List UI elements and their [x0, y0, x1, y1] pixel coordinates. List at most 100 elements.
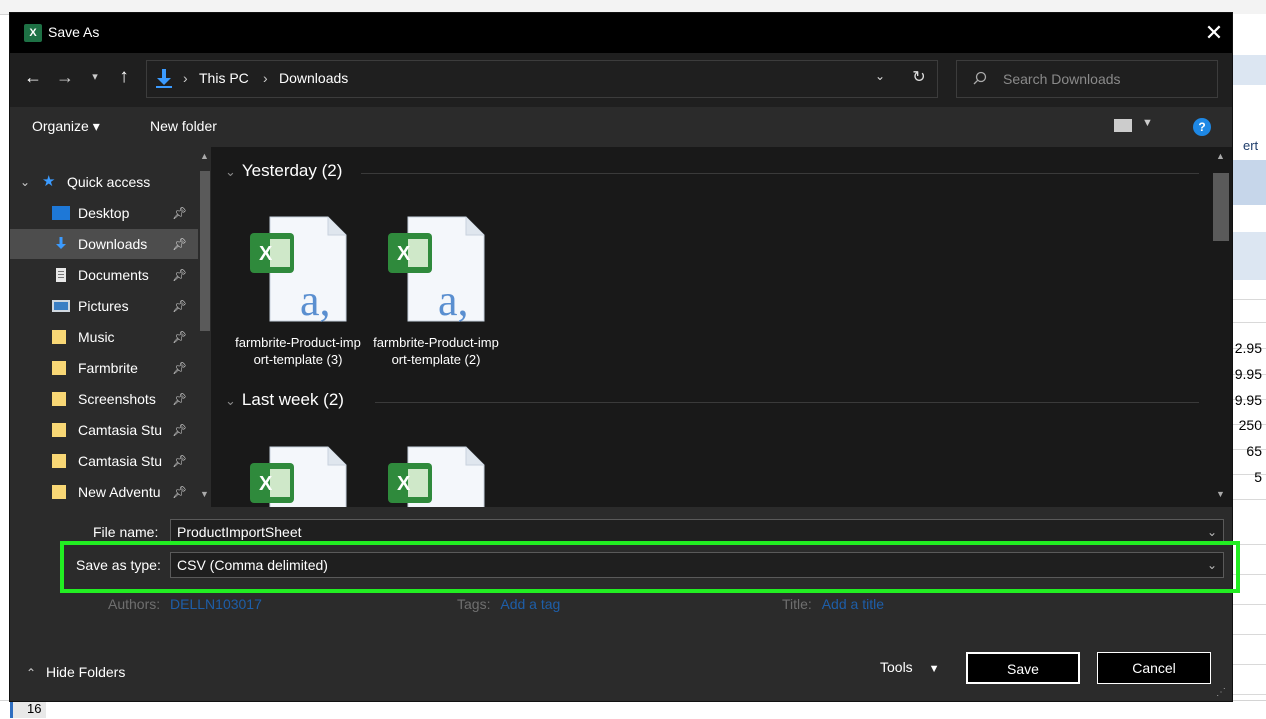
csv-file-icon: X: [250, 446, 347, 507]
expand-chevron-icon[interactable]: ⌄: [20, 167, 30, 197]
recent-locations-chevron-icon[interactable]: ▾: [88, 70, 102, 83]
nav-item-label: Desktop: [78, 205, 130, 221]
forward-arrow-icon[interactable]: →: [54, 67, 76, 88]
pin-icon[interactable]: 📌︎: [172, 291, 187, 321]
file-name-value: ProductImportSheet: [177, 524, 302, 540]
pin-icon[interactable]: 📌︎: [172, 198, 187, 228]
nav-item-documents[interactable]: Documents 📌︎: [10, 260, 198, 290]
search-icon: [973, 71, 987, 85]
nav-item-pictures[interactable]: Pictures 📌︎: [10, 291, 198, 321]
nav-item-downloads[interactable]: Downloads 📌︎: [10, 229, 198, 259]
pin-icon[interactable]: 📌︎: [172, 229, 187, 259]
scroll-up-icon[interactable]: ▲: [1216, 151, 1225, 161]
file-list-scrollbar[interactable]: ▲ ▼: [1211, 147, 1231, 507]
nav-item-screenshots[interactable]: Screenshots 📌︎: [10, 384, 198, 414]
breadcrumb-this-pc[interactable]: This PC: [199, 70, 249, 86]
organize-button[interactable]: Organize ▾: [32, 118, 100, 135]
grid-bottom: [0, 700, 1266, 719]
address-bar[interactable]: › This PC › Downloads ⌄ ↻: [146, 60, 938, 98]
file-list-pane: ⌄ Yesterday (2) X a, farmbrite-Product-im…: [211, 147, 1232, 507]
pin-icon[interactable]: 📌︎: [172, 477, 187, 507]
row-header[interactable]: 16: [10, 700, 46, 718]
file-name: farmbrite-Product-import-template (3): [235, 335, 361, 367]
file-item[interactable]: X: [373, 445, 499, 507]
folder-icon: [52, 454, 66, 468]
nav-item-label: Screenshots: [78, 391, 156, 407]
cancel-button[interactable]: Cancel: [1097, 652, 1211, 684]
view-options-chevron-icon[interactable]: ▼: [1142, 117, 1153, 129]
search-input[interactable]: [1001, 69, 1205, 89]
group-divider: [361, 173, 1199, 174]
address-dropdown-icon[interactable]: ⌄: [875, 69, 891, 83]
up-arrow-icon[interactable]: ↑: [114, 66, 134, 88]
file-item[interactable]: X a, farmbrite-Product-import-template (…: [235, 215, 361, 368]
svg-text:a,: a,: [438, 276, 469, 323]
svg-text:X: X: [397, 243, 411, 265]
authors-value[interactable]: DELLN103017: [170, 596, 262, 612]
group-title: Last week (2): [241, 390, 344, 409]
nav-scrollbar[interactable]: ▲ ▼: [199, 147, 211, 507]
resize-grip-icon[interactable]: ⋰: [1216, 687, 1226, 698]
breadcrumb-separator-icon: ›: [183, 70, 188, 86]
pin-icon[interactable]: 📌︎: [172, 260, 187, 290]
nav-item-music[interactable]: Music 📌︎: [10, 322, 198, 352]
highlight-box: [60, 541, 1240, 593]
tools-button[interactable]: Tools ▼: [880, 659, 939, 675]
pin-icon[interactable]: 📌︎: [172, 415, 187, 445]
nav-item-label: Farmbrite: [78, 360, 138, 376]
pin-icon[interactable]: 📌︎: [172, 384, 187, 414]
close-icon[interactable]: ✕: [1200, 19, 1228, 47]
group-collapse-icon: ⌄: [225, 393, 236, 408]
breadcrumb-separator-icon: ›: [263, 70, 268, 86]
pictures-icon: [52, 300, 70, 312]
folder-icon: [52, 485, 66, 499]
folder-icon: [52, 423, 66, 437]
star-icon: ★: [42, 173, 56, 190]
group-collapse-icon: ⌄: [225, 164, 236, 179]
downloads-icon: [156, 69, 172, 88]
excel-icon: X: [24, 24, 42, 42]
search-box[interactable]: [956, 60, 1218, 98]
nav-item-camtasia-1[interactable]: Camtasia Stu 📌︎: [10, 415, 198, 445]
group-header-yesterday[interactable]: ⌄ Yesterday (2): [225, 161, 342, 181]
group-header-last-week[interactable]: ⌄ Last week (2): [225, 390, 344, 410]
pin-icon[interactable]: 📌︎: [172, 322, 187, 352]
nav-item-farmbrite[interactable]: Farmbrite 📌︎: [10, 353, 198, 383]
dialog-title: Save As: [48, 24, 100, 40]
nav-item-new-adventure[interactable]: New Adventu 📌︎: [10, 477, 198, 507]
tools-label: Tools: [880, 659, 913, 675]
chevron-down-icon: ▼: [928, 663, 940, 675]
nav-item-label: Downloads: [78, 236, 148, 252]
desktop-icon: [52, 206, 70, 220]
nav-item-desktop[interactable]: Desktop 📌︎: [10, 198, 198, 228]
scroll-down-icon[interactable]: ▼: [200, 489, 209, 499]
view-options-icon[interactable]: [1114, 119, 1132, 132]
pin-icon[interactable]: 📌︎: [172, 353, 187, 383]
file-item[interactable]: X: [235, 445, 361, 507]
refresh-icon[interactable]: ↻: [907, 67, 931, 87]
save-button[interactable]: Save: [966, 652, 1080, 684]
scroll-thumb[interactable]: [1213, 173, 1229, 241]
nav-item-label: Music: [78, 329, 115, 345]
add-title-link[interactable]: Add a title: [822, 596, 884, 612]
title-bar[interactable]: X Save As ✕: [10, 13, 1232, 53]
pin-icon[interactable]: 📌︎: [172, 446, 187, 476]
add-tag-link[interactable]: Add a tag: [500, 596, 560, 612]
quick-access-label: Quick access: [67, 174, 151, 190]
back-arrow-icon[interactable]: ←: [22, 67, 44, 88]
authors-label: Authors:: [108, 596, 161, 612]
scroll-thumb[interactable]: [200, 171, 210, 331]
scroll-down-icon[interactable]: ▼: [1216, 489, 1225, 499]
scroll-up-icon[interactable]: ▲: [200, 151, 209, 161]
title-meta: Title: Add a title: [782, 596, 884, 612]
svg-text:a,: a,: [300, 276, 331, 323]
help-icon[interactable]: ?: [1193, 118, 1211, 136]
documents-icon: [56, 268, 66, 282]
svg-text:X: X: [259, 243, 273, 265]
nav-item-camtasia-2[interactable]: Camtasia Stu 📌︎: [10, 446, 198, 476]
quick-access[interactable]: ⌄ ★ Quick access: [10, 167, 198, 197]
file-item[interactable]: X a, farmbrite-Product-import-template (…: [373, 215, 499, 368]
breadcrumb-downloads[interactable]: Downloads: [279, 70, 348, 86]
new-folder-button[interactable]: New folder: [150, 118, 217, 134]
hide-folders-button[interactable]: ⌃ Hide Folders: [26, 664, 125, 680]
